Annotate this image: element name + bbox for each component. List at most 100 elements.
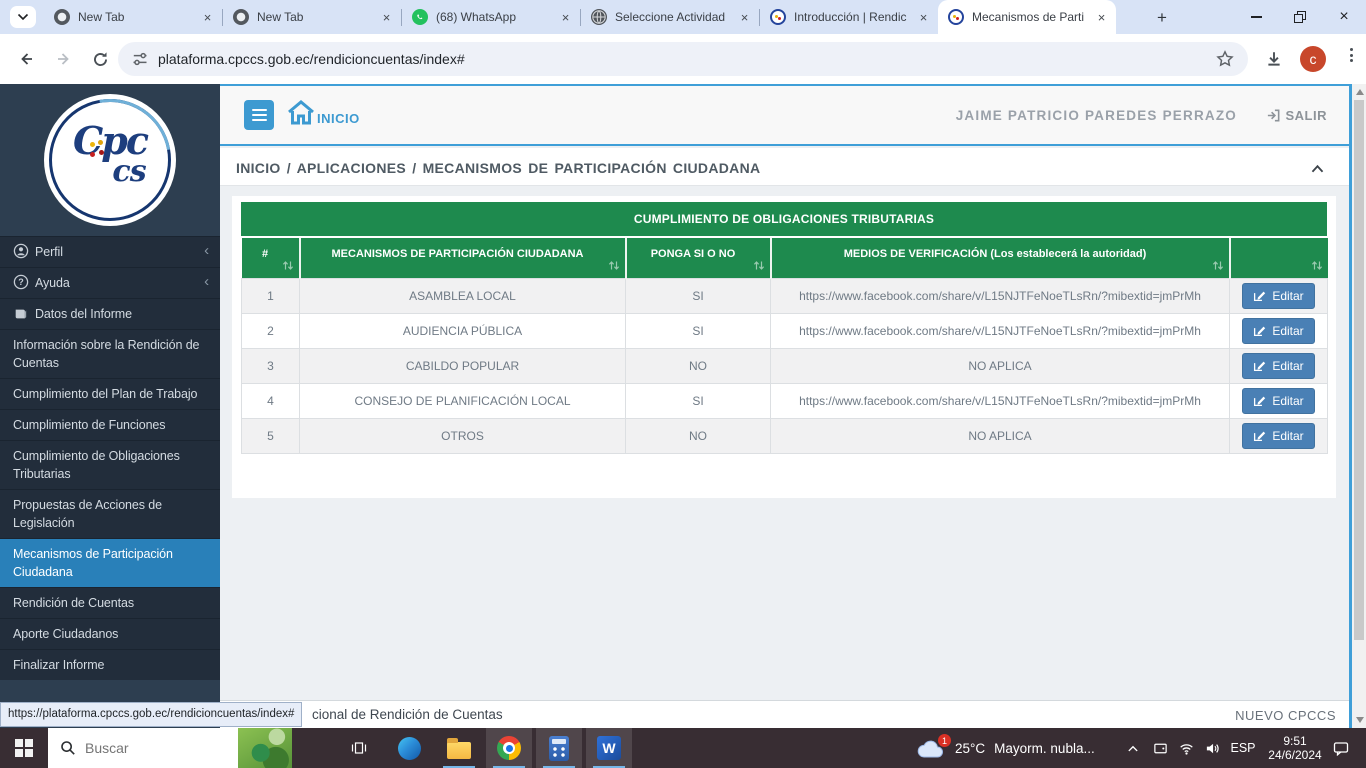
cell-medio: https://www.facebook.com/share/v/L15NJTF… (771, 313, 1230, 348)
tab-title: Seleccione Actividad (615, 10, 736, 24)
scrollbar-thumb[interactable] (1354, 100, 1364, 640)
edit-button[interactable]: Editar (1242, 283, 1314, 309)
tab-introduccion[interactable]: Introducción | Rendic × (760, 0, 938, 34)
word-taskbar-button[interactable]: W (586, 728, 632, 768)
sidebar-item-acciones-legislacion[interactable]: Propuestas de Acciones de Legislación (0, 489, 220, 538)
tab-new-tab-2[interactable]: New Tab × (223, 0, 401, 34)
edit-pencil-icon (1253, 359, 1266, 372)
tray-expand-button[interactable] (1120, 728, 1145, 768)
edit-pencil-icon (1253, 324, 1266, 337)
downloads-button[interactable] (1262, 47, 1286, 71)
tab-mecanismos-active[interactable]: Mecanismos de Parti × (938, 0, 1116, 34)
sidebar-item-label: Cumplimiento de Funciones (13, 418, 165, 432)
browser-tab-strip: New Tab × New Tab × (68) WhatsApp × (0, 0, 1366, 34)
breadcrumb: INICIO / APLICACIONES / MECANISMOS DE PA… (236, 160, 760, 176)
weather-widget[interactable]: 1 25°C Mayorm. nubla... (916, 728, 1095, 768)
sidebar-item-ayuda[interactable]: ?Ayuda ‹ (0, 267, 220, 298)
file-explorer-taskbar-button[interactable] (436, 728, 482, 768)
tab-close-icon[interactable]: × (736, 9, 753, 26)
wifi-button[interactable] (1174, 728, 1199, 768)
time: 9:51 (1262, 734, 1328, 748)
url-text: plataforma.cpccs.gob.ec/rendicioncuentas… (158, 51, 1216, 67)
taskbar-clock[interactable]: 9:51 24/6/2024 (1262, 728, 1328, 768)
tab-whatsapp[interactable]: (68) WhatsApp × (402, 0, 580, 34)
window-minimize-button[interactable] (1234, 0, 1278, 34)
tab-close-icon[interactable]: × (378, 9, 395, 26)
sidebar-item-funciones[interactable]: Cumplimiento de Funciones (0, 409, 220, 440)
tab-seleccione-actividad[interactable]: Seleccione Actividad × (581, 0, 759, 34)
new-tab-button[interactable]: + (1150, 6, 1174, 29)
tab-close-icon[interactable]: × (557, 9, 574, 26)
tab-close-icon[interactable]: × (199, 9, 216, 26)
edit-button[interactable]: Editar (1242, 388, 1314, 414)
forward-button[interactable] (52, 47, 76, 71)
logout-label: SALIR (1286, 108, 1328, 123)
edit-pencil-icon (1253, 429, 1266, 442)
calculator-taskbar-button[interactable] (536, 728, 582, 768)
column-header-medios[interactable]: MEDIOS DE VERIFICACIÓN (Los establecerá … (771, 238, 1230, 278)
volume-button[interactable] (1200, 728, 1225, 768)
start-button[interactable] (0, 728, 48, 768)
vertical-scrollbar[interactable] (1352, 84, 1366, 728)
search-input[interactable] (85, 740, 205, 756)
sidebar-item-label: Ayuda (35, 276, 70, 290)
sidebar-item-mecanismos-participacion[interactable]: Mecanismos de Participación Ciudadana (0, 538, 220, 587)
scroll-down-arrow[interactable] (1356, 717, 1364, 723)
bookmark-star-icon[interactable] (1216, 50, 1234, 68)
sidebar-toggle-button[interactable] (244, 100, 274, 130)
logo-area: Cpccs (0, 84, 220, 236)
tab-close-icon[interactable]: × (915, 9, 932, 26)
task-view-button[interactable] (336, 728, 382, 768)
window-close-button[interactable]: × (1322, 0, 1366, 34)
home-link[interactable]: INICIO (286, 99, 360, 126)
cell-ponga: SI (626, 278, 771, 313)
tab-title: New Tab (78, 10, 199, 24)
reload-button[interactable] (88, 47, 112, 71)
column-header-ponga[interactable]: PONGA SI O NO (626, 238, 771, 278)
weather-temp: 25°C (955, 741, 985, 756)
date: 24/6/2024 (1262, 748, 1328, 762)
display-icon (1152, 741, 1169, 756)
taskbar-search[interactable] (48, 728, 292, 768)
search-highlight-image[interactable] (238, 728, 292, 768)
edit-button[interactable]: Editar (1242, 353, 1314, 379)
action-center-button[interactable] (1328, 728, 1353, 768)
sidebar-item-datos-del-informe[interactable]: Datos del Informe (0, 298, 220, 329)
profile-avatar[interactable]: c (1300, 46, 1326, 72)
sidebar-item-perfil[interactable]: Perfil ‹ (0, 236, 220, 267)
scroll-up-arrow[interactable] (1356, 89, 1364, 95)
table-row: 2 AUDIENCIA PÚBLICA SI https://www.faceb… (242, 313, 1328, 348)
sidebar-item-informacion-rendicion[interactable]: Información sobre la Rendición de Cuenta… (0, 329, 220, 378)
language-indicator[interactable]: ESP (1224, 728, 1262, 768)
cell-medio: https://www.facebook.com/share/v/L15NJTF… (771, 278, 1230, 313)
person-icon (13, 243, 29, 259)
tab-search-button[interactable] (10, 6, 36, 28)
column-header-num[interactable]: # (242, 238, 300, 278)
edge-taskbar-button[interactable] (386, 728, 432, 768)
edit-button[interactable]: Editar (1242, 318, 1314, 344)
tray-display-button[interactable] (1148, 728, 1173, 768)
collapse-panel-button[interactable] (1310, 161, 1325, 179)
sidebar-item-rendicion-cuentas[interactable]: Rendición de Cuentas (0, 587, 220, 618)
sort-icon (282, 260, 294, 274)
column-header-mecanismos[interactable]: MECANISMOS DE PARTICIPACIÓN CIUDADANA (300, 238, 626, 278)
sidebar-item-aporte-ciudadanos[interactable]: Aporte Ciudadanos (0, 618, 220, 649)
weather-description: Mayorm. nubla... (994, 741, 1095, 756)
sidebar-item-plan-trabajo[interactable]: Cumplimiento del Plan de Trabajo (0, 378, 220, 409)
edit-button[interactable]: Editar (1242, 423, 1314, 449)
browser-menu-button[interactable] (1346, 48, 1356, 62)
book-icon (13, 307, 29, 321)
sidebar-item-obligaciones-tributarias[interactable]: Cumplimiento de Obligaciones Tributarias (0, 440, 220, 489)
back-button[interactable] (14, 47, 38, 71)
cell-mecanismo: CONSEJO DE PLANIFICACIÓN LOCAL (300, 383, 626, 418)
window-restore-button[interactable] (1278, 0, 1322, 34)
tab-close-icon[interactable]: × (1093, 9, 1110, 26)
sidebar-item-finalizar-informe[interactable]: Finalizar Informe (0, 649, 220, 680)
tab-new-tab-1[interactable]: New Tab × (44, 0, 222, 34)
column-header-actions[interactable] (1230, 238, 1328, 278)
browser-toolbar: plataforma.cpccs.gob.ec/rendicioncuentas… (0, 34, 1366, 84)
chrome-taskbar-button[interactable] (486, 728, 532, 768)
logout-button[interactable]: SALIR (1266, 108, 1328, 123)
sidebar-item-label: Datos del Informe (35, 307, 132, 321)
address-bar[interactable]: plataforma.cpccs.gob.ec/rendicioncuentas… (118, 42, 1248, 76)
